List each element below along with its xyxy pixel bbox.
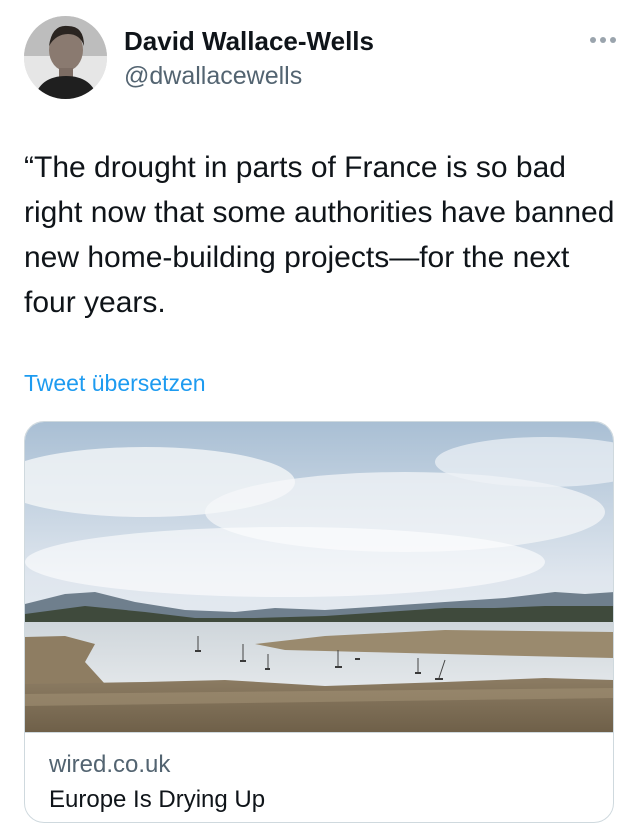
link-card-image[interactable] [25, 422, 613, 732]
more-horizontal-icon[interactable] [590, 30, 616, 50]
link-card-meta[interactable]: wired.co.uk Europe Is Drying Up [25, 732, 613, 822]
author-avatar[interactable] [24, 16, 107, 99]
more-dot [590, 37, 596, 43]
author-name[interactable]: David Wallace-Wells [124, 26, 374, 57]
more-dot [610, 37, 616, 43]
tweet-header: David Wallace-Wells @dwallacewells [24, 16, 616, 100]
more-dot [600, 37, 606, 43]
translate-tweet-link[interactable]: Tweet übersetzen [24, 370, 206, 397]
link-card-title: Europe Is Drying Up [49, 786, 266, 813]
link-card[interactable]: wired.co.uk Europe Is Drying Up [24, 421, 614, 823]
tweet-text: “The drought in parts of France is so ba… [24, 151, 615, 319]
author-handle[interactable]: @dwallacewells [124, 62, 302, 91]
link-card-domain: wired.co.uk [49, 751, 171, 778]
